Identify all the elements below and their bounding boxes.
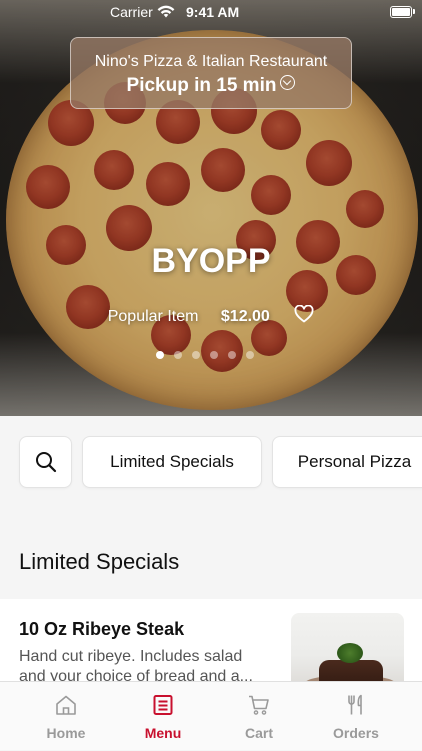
category-chip-limited-specials[interactable]: Limited Specials	[82, 436, 262, 488]
tab-orders[interactable]: Orders	[311, 682, 401, 751]
pickup-selector[interactable]: Nino's Pizza & Italian Restaurant Pickup…	[70, 37, 352, 109]
search-button[interactable]	[19, 436, 72, 488]
wifi-icon	[157, 5, 175, 18]
fork-knife-icon	[348, 694, 362, 715]
menu-item-card[interactable]: 10 Oz Ribeye Steak Hand cut ribeye. Incl…	[0, 599, 422, 689]
tab-cart[interactable]: Cart	[214, 682, 304, 751]
tab-label: Home	[46, 725, 86, 741]
carousel-dot[interactable]	[210, 351, 218, 359]
popular-badge: Popular Item	[107, 307, 199, 325]
clock: 9:41 AM	[186, 4, 240, 20]
menu-item-image	[291, 613, 404, 689]
menu-item-name: 10 Oz Ribeye Steak	[19, 619, 185, 639]
cart-icon	[249, 695, 269, 715]
carousel-dot[interactable]	[192, 351, 200, 359]
pickup-time: Pickup in 15 min	[127, 75, 296, 97]
featured-item-price: $12.00	[220, 307, 270, 325]
heart-icon[interactable]	[294, 304, 314, 328]
category-bar: Limited Specials Personal Pizza	[0, 416, 422, 509]
home-icon	[56, 695, 76, 715]
carousel-dot[interactable]	[246, 351, 254, 359]
category-chip-personal-pizza[interactable]: Personal Pizza	[272, 436, 422, 488]
featured-item-name: BYOPP	[151, 242, 271, 280]
tab-menu[interactable]: Menu	[118, 682, 208, 751]
chevron-down-icon	[280, 75, 296, 90]
search-icon	[36, 452, 57, 473]
pickup-time-label: Pickup in 15 min	[126, 75, 277, 96]
featured-item-meta: Popular Item $12.00	[0, 304, 422, 328]
carousel-dot[interactable]	[156, 351, 164, 359]
carousel-dot[interactable]	[174, 351, 182, 359]
tab-label: Menu	[144, 725, 182, 741]
tab-home[interactable]: Home	[21, 682, 111, 751]
tab-label: Orders	[333, 725, 379, 741]
tab-label: Cart	[244, 725, 273, 741]
carrier-label: Carrier	[110, 4, 153, 20]
menu-icon	[153, 695, 173, 715]
battery-icon	[390, 6, 412, 18]
tab-bar: Home Menu Cart Orders	[0, 681, 422, 750]
restaurant-name: Nino's Pizza & Italian Restaurant	[94, 53, 328, 70]
carousel-dot[interactable]	[228, 351, 236, 359]
hero-banner[interactable]: Carrier 9:41 AM Nino's Pizza & Italian R…	[0, 0, 422, 416]
section-title: Limited Specials	[19, 549, 180, 574]
battery-tip	[413, 9, 415, 14]
status-bar: Carrier 9:41 AM	[0, 0, 422, 26]
